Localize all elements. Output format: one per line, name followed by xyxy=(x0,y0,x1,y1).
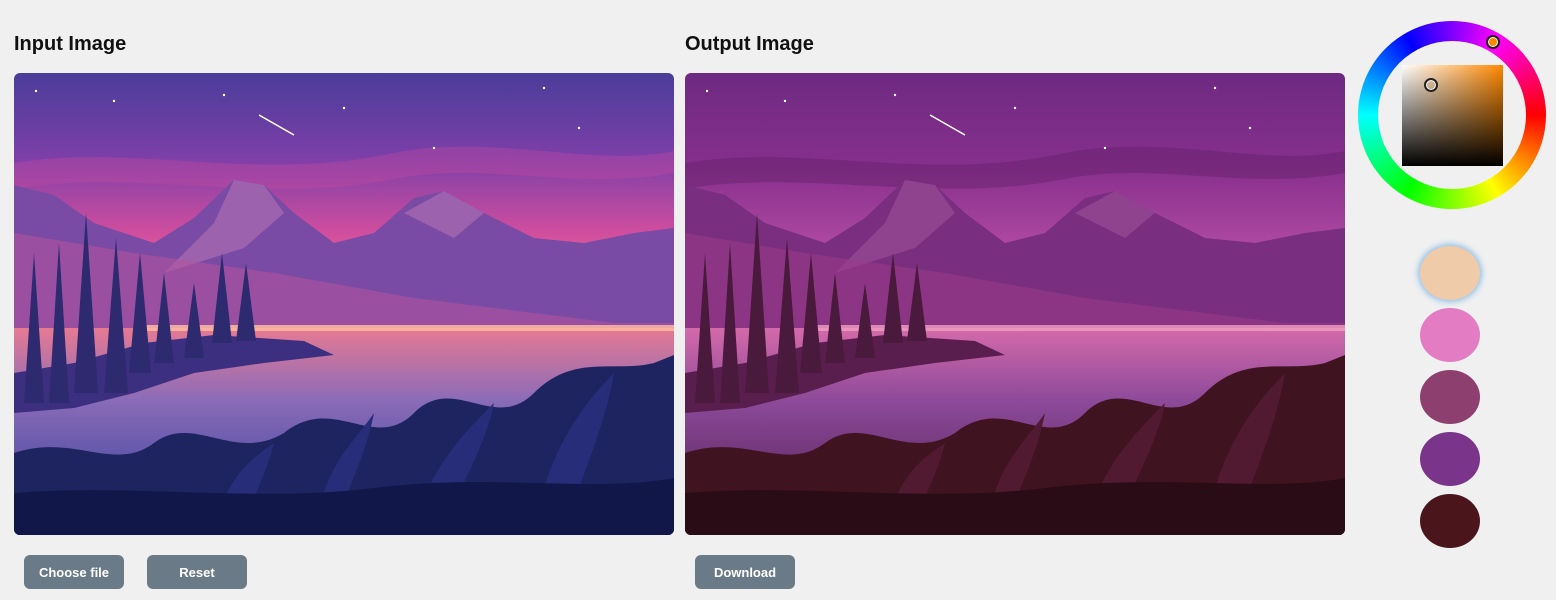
output-image xyxy=(685,73,1345,535)
palette-swatch[interactable] xyxy=(1420,370,1480,424)
saturation-value-square[interactable] xyxy=(1402,65,1503,166)
palette-swatch[interactable] xyxy=(1420,308,1480,362)
palette-swatch[interactable] xyxy=(1420,494,1480,548)
palette-swatch[interactable] xyxy=(1420,432,1480,486)
saturation-value-handle[interactable] xyxy=(1424,78,1438,92)
reset-button[interactable]: Reset xyxy=(147,555,247,589)
palette-swatch[interactable] xyxy=(1420,246,1480,300)
input-image xyxy=(14,73,674,535)
choose-file-button[interactable]: Choose file xyxy=(24,555,124,589)
hue-handle[interactable] xyxy=(1486,35,1500,49)
output-image-title: Output Image xyxy=(685,33,814,55)
download-button[interactable]: Download xyxy=(695,555,795,589)
input-image-title: Input Image xyxy=(14,33,127,55)
